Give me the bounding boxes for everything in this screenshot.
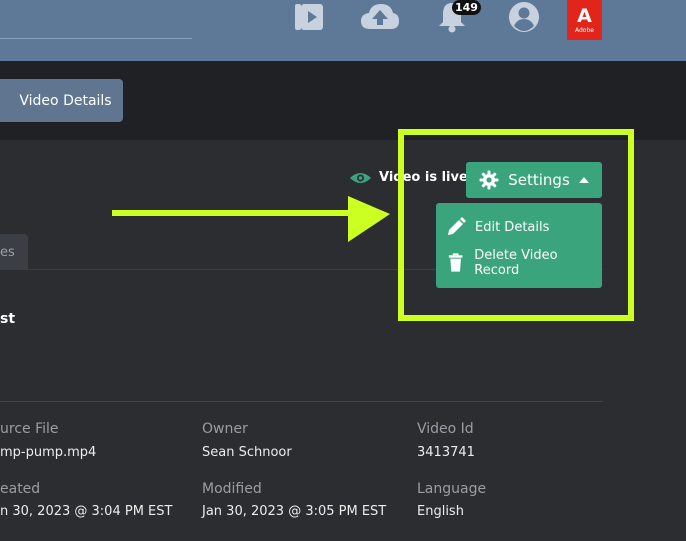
video-title: st bbox=[0, 311, 16, 327]
annotation-highlight-box bbox=[398, 129, 634, 321]
owner-value: Sean Schnoor bbox=[202, 445, 292, 460]
created-value: n 30, 2023 @ 3:04 PM EST bbox=[0, 504, 173, 519]
modified-label: Modified bbox=[202, 481, 262, 497]
video-id-value: 3413741 bbox=[417, 445, 475, 460]
metadata-divider bbox=[0, 401, 603, 402]
video-id-label: Video Id bbox=[417, 421, 474, 437]
adobe-logo[interactable]: A Adobe bbox=[567, 0, 602, 40]
source-file-label: urce File bbox=[0, 421, 59, 437]
modified-value: Jan 30, 2023 @ 3:05 PM EST bbox=[202, 504, 387, 519]
annotation-arrow bbox=[112, 196, 390, 242]
notification-count-badge: 149 bbox=[452, 0, 481, 15]
language-value: English bbox=[417, 504, 464, 519]
adobe-logo-mark: A bbox=[577, 4, 592, 27]
created-label: eated bbox=[0, 481, 41, 497]
tab-partial[interactable]: es bbox=[0, 234, 28, 270]
owner-label: Owner bbox=[202, 421, 248, 437]
video-details-button[interactable]: Video Details bbox=[0, 79, 123, 122]
user-account-icon[interactable] bbox=[507, 0, 541, 34]
adobe-logo-label: Adobe bbox=[575, 26, 594, 34]
source-file-value: mp-pump.mp4 bbox=[0, 445, 97, 460]
eye-icon bbox=[350, 172, 371, 183]
language-label: Language bbox=[417, 481, 487, 497]
upload-cloud-icon[interactable] bbox=[360, 0, 400, 34]
video-library-icon[interactable] bbox=[290, 0, 326, 34]
search-field-underline bbox=[0, 38, 192, 39]
